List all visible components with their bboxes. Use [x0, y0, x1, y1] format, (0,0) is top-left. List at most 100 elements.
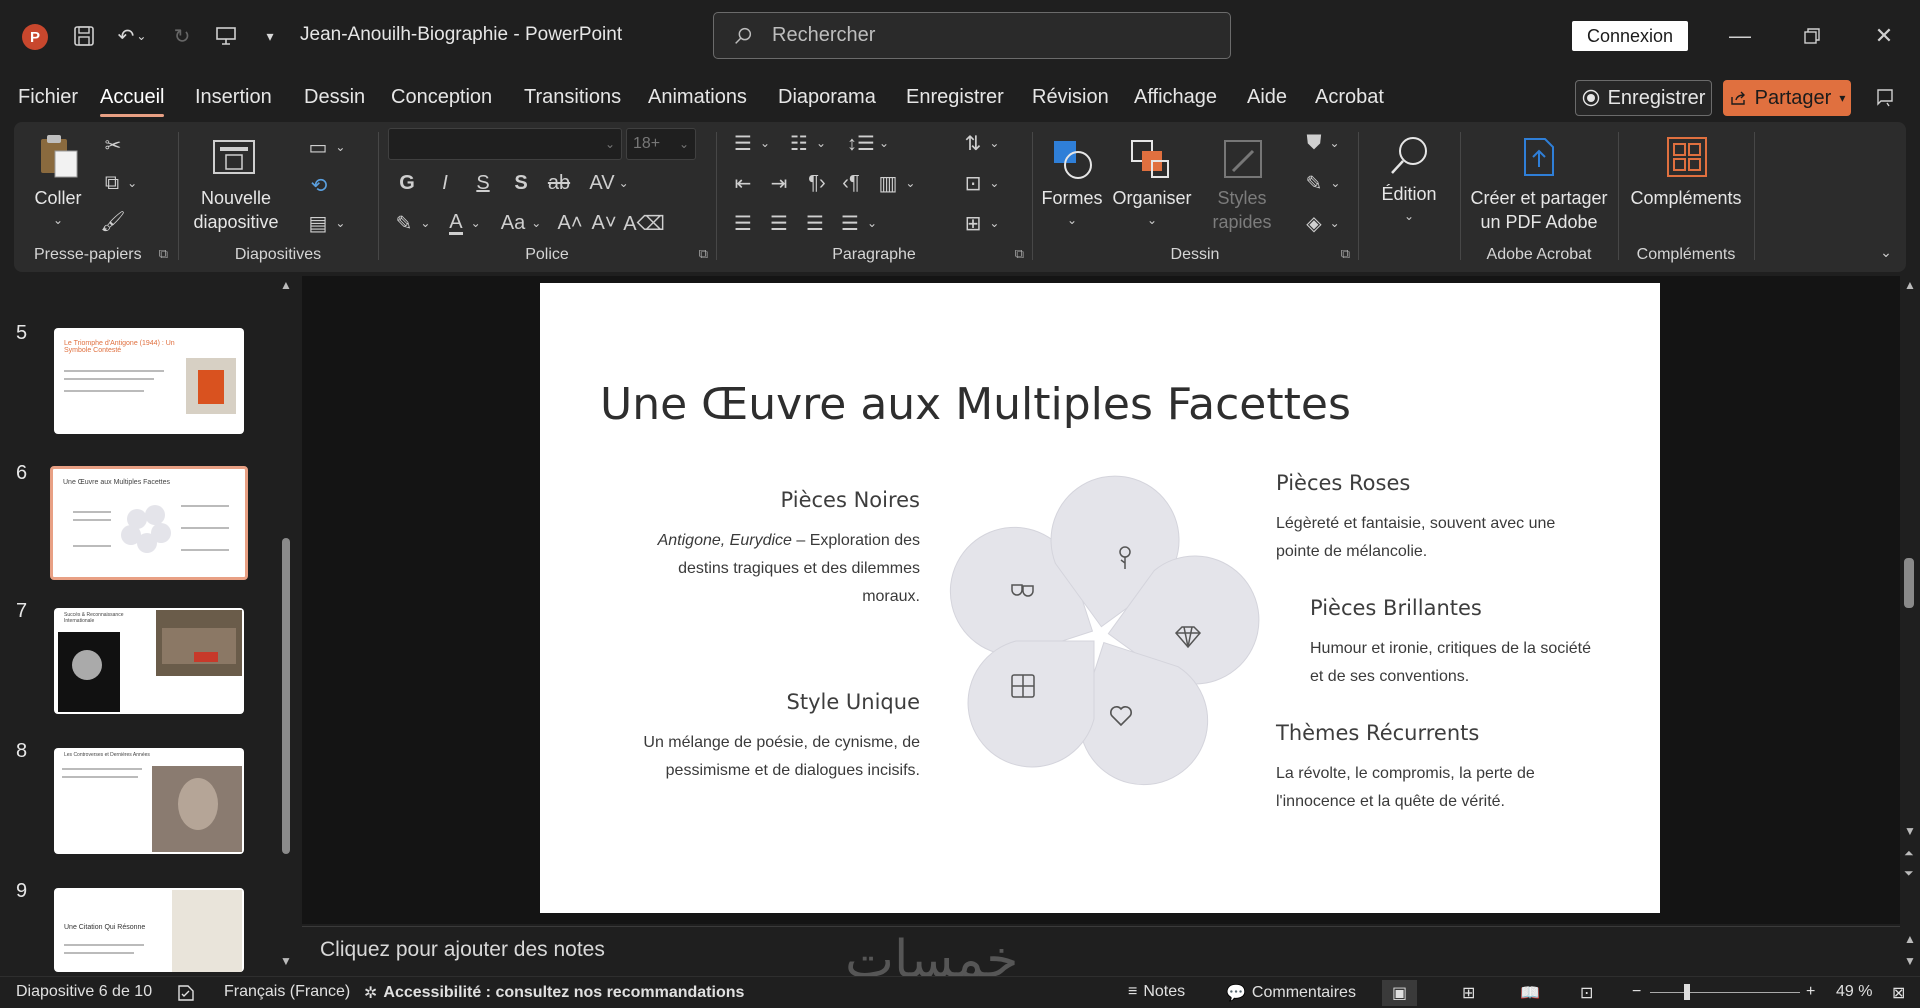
reading-view-icon[interactable]: 📖: [1520, 983, 1540, 1003]
underline-icon[interactable]: S: [470, 168, 496, 198]
editing-dropdown-icon[interactable]: ⌄: [1399, 206, 1419, 226]
sign-in-button[interactable]: Connexion: [1572, 21, 1688, 51]
find-icon[interactable]: [1384, 130, 1434, 180]
slide-thumbnail-8[interactable]: Les Controverses et Dernières Années: [54, 748, 244, 854]
bullets-icon[interactable]: ☰ ⌄: [728, 128, 776, 158]
strikethrough-icon[interactable]: ab: [546, 168, 572, 198]
font-size-dropdown-icon[interactable]: ⌄: [679, 137, 689, 151]
rtl-icon[interactable]: ‹¶: [836, 168, 866, 198]
shapes-label[interactable]: Formes: [1034, 186, 1110, 210]
font-name-dropdown-icon[interactable]: ⌄: [605, 137, 615, 151]
menu-conception[interactable]: Conception: [391, 86, 492, 109]
notes-scroll-up-icon[interactable]: ▲: [1904, 932, 1916, 946]
increase-indent-icon[interactable]: ⇥: [764, 168, 794, 198]
numbering-icon[interactable]: ☷ ⌄: [784, 128, 832, 158]
menu-revision[interactable]: Révision: [1032, 86, 1109, 109]
text-direction-icon[interactable]: ⇅ ⌄: [958, 128, 1006, 158]
notes-pane[interactable]: Cliquez pour ajouter des notes: [302, 926, 1900, 972]
drawing-launcher-icon[interactable]: ⧉: [1341, 246, 1350, 262]
slide-thumbnail-6-selected[interactable]: Une Œuvre aux Multiples Facettes: [50, 466, 248, 580]
align-left-icon[interactable]: ☰: [728, 208, 758, 238]
new-slide-label[interactable]: Nouvelle diapositive: [184, 186, 288, 234]
slideshow-icon[interactable]: ⊡: [1580, 983, 1593, 1003]
slide-thumbnail-9[interactable]: Une Citation Qui Résonne: [54, 888, 244, 972]
menu-diaporama[interactable]: Diaporama: [778, 86, 876, 109]
arrange-dropdown-icon[interactable]: ⌄: [1142, 210, 1162, 230]
decrease-indent-icon[interactable]: ⇤: [728, 168, 758, 198]
increase-font-icon[interactable]: A˄: [556, 208, 584, 238]
editing-label[interactable]: Édition: [1360, 182, 1458, 206]
section-body-brillantes[interactable]: Humour et ironie, critiques de la sociét…: [1310, 635, 1600, 691]
shape-outline-icon[interactable]: ✎ ⌄: [1300, 168, 1346, 198]
thumbnails-scrollbar[interactable]: ▲ ▼: [280, 276, 294, 972]
section-title-brillantes[interactable]: Pièces Brillantes: [1310, 596, 1600, 620]
slide-canvas[interactable]: Une Œuvre aux Multiples Facettes Pièces …: [540, 283, 1660, 913]
align-right-icon[interactable]: ☰: [800, 208, 830, 238]
zoom-slider-handle[interactable]: [1684, 984, 1690, 1000]
section-body-themes[interactable]: La révolte, le compromis, la perte de l'…: [1276, 760, 1576, 816]
section-title-style[interactable]: Style Unique: [630, 690, 921, 714]
zoom-level[interactable]: 49 %: [1836, 983, 1872, 1001]
line-spacing-icon[interactable]: ↕☰ ⌄: [844, 128, 892, 158]
create-pdf-label[interactable]: Créer et partager un PDF Adobe: [1462, 186, 1616, 234]
record-button[interactable]: Enregistrer: [1575, 80, 1712, 116]
section-title-themes[interactable]: Thèmes Récurrents: [1276, 721, 1596, 745]
section-icon[interactable]: ▤ ⌄: [304, 208, 350, 238]
section-body-roses[interactable]: Légèreté et fantaisie, souvent avec une …: [1276, 510, 1596, 566]
ltr-icon[interactable]: ¶›: [802, 168, 832, 198]
new-slide-icon[interactable]: [210, 132, 260, 182]
section-title-roses[interactable]: Pièces Roses: [1276, 471, 1596, 495]
ribbon-collapse-icon[interactable]: ⌄: [1874, 240, 1898, 264]
scroll-up-icon[interactable]: ▲: [280, 278, 292, 292]
undo-icon[interactable]: ↶ ⌄: [112, 20, 152, 52]
change-case-icon[interactable]: Aa ⌄: [496, 208, 546, 238]
customize-toolbar-icon[interactable]: ▾: [258, 22, 282, 50]
paste-dropdown-icon[interactable]: ⌄: [48, 210, 68, 230]
next-slide-icon[interactable]: ⏷: [1904, 866, 1914, 881]
menu-aide[interactable]: Aide: [1247, 86, 1287, 109]
editor-scroll-thumb[interactable]: [1904, 558, 1914, 608]
zoom-out-icon[interactable]: −: [1632, 983, 1641, 1001]
create-pdf-icon[interactable]: [1514, 132, 1564, 182]
slide-thumbnail-5[interactable]: Le Triomphe d'Antigone (1944) : Un Symbo…: [54, 328, 244, 434]
menu-enregistrer[interactable]: Enregistrer: [906, 86, 1004, 109]
comments-pane-icon[interactable]: [1870, 82, 1902, 114]
highlight-color-icon[interactable]: ✎ ⌄: [390, 208, 436, 238]
comments-toggle[interactable]: 💬 Commentaires: [1226, 983, 1356, 1003]
slide-title[interactable]: Une Œuvre aux Multiples Facettes: [600, 379, 1351, 430]
cut-icon[interactable]: ✂: [98, 130, 128, 160]
clipboard-launcher-icon[interactable]: ⧉: [159, 246, 168, 262]
restore-icon[interactable]: [1792, 18, 1832, 54]
font-size-field[interactable]: 18+ ⌄: [626, 128, 696, 160]
columns-icon[interactable]: ▥ ⌄: [874, 168, 920, 198]
slide-sorter-icon[interactable]: ⊞: [1462, 983, 1475, 1003]
notes-scroll-down-icon[interactable]: ▼: [1904, 954, 1916, 968]
shape-fill-icon[interactable]: ⛊ ⌄: [1300, 128, 1346, 158]
paste-icon[interactable]: [36, 132, 82, 182]
menu-acrobat[interactable]: Acrobat: [1315, 86, 1384, 109]
menu-transitions[interactable]: Transitions: [524, 86, 621, 109]
align-text-icon[interactable]: ⊡ ⌄: [958, 168, 1006, 198]
decrease-font-icon[interactable]: A˅: [590, 208, 618, 238]
notes-placeholder[interactable]: Cliquez pour ajouter des notes: [320, 938, 605, 962]
menu-dessin[interactable]: Dessin: [304, 86, 365, 109]
addins-icon[interactable]: [1662, 132, 1712, 182]
menu-fichier[interactable]: Fichier: [18, 86, 78, 109]
italic-icon[interactable]: I: [432, 168, 458, 198]
fit-to-window-icon[interactable]: ⊠: [1892, 983, 1905, 1003]
copy-icon[interactable]: ⧉ ⌄: [98, 168, 144, 198]
minimize-icon[interactable]: —: [1720, 18, 1760, 54]
paste-label[interactable]: Coller: [28, 186, 88, 210]
petal-diagram[interactable]: [940, 469, 1280, 809]
scroll-up-icon[interactable]: ▲: [1904, 278, 1916, 292]
justify-icon[interactable]: ☰ ⌄: [836, 208, 882, 238]
paragraph-launcher-icon[interactable]: ⧉: [1015, 246, 1024, 262]
format-painter-icon[interactable]: 🖌: [98, 206, 128, 236]
normal-view-icon[interactable]: ▣: [1382, 980, 1418, 1006]
language-indicator[interactable]: Français (France): [224, 983, 350, 1001]
reset-slide-icon[interactable]: ⟲: [304, 170, 334, 200]
text-shadow-icon[interactable]: S: [508, 168, 534, 198]
clear-formatting-icon[interactable]: A⌫: [623, 208, 665, 238]
scroll-down-icon[interactable]: ▼: [280, 954, 292, 968]
font-name-field[interactable]: ⌄: [388, 128, 622, 160]
